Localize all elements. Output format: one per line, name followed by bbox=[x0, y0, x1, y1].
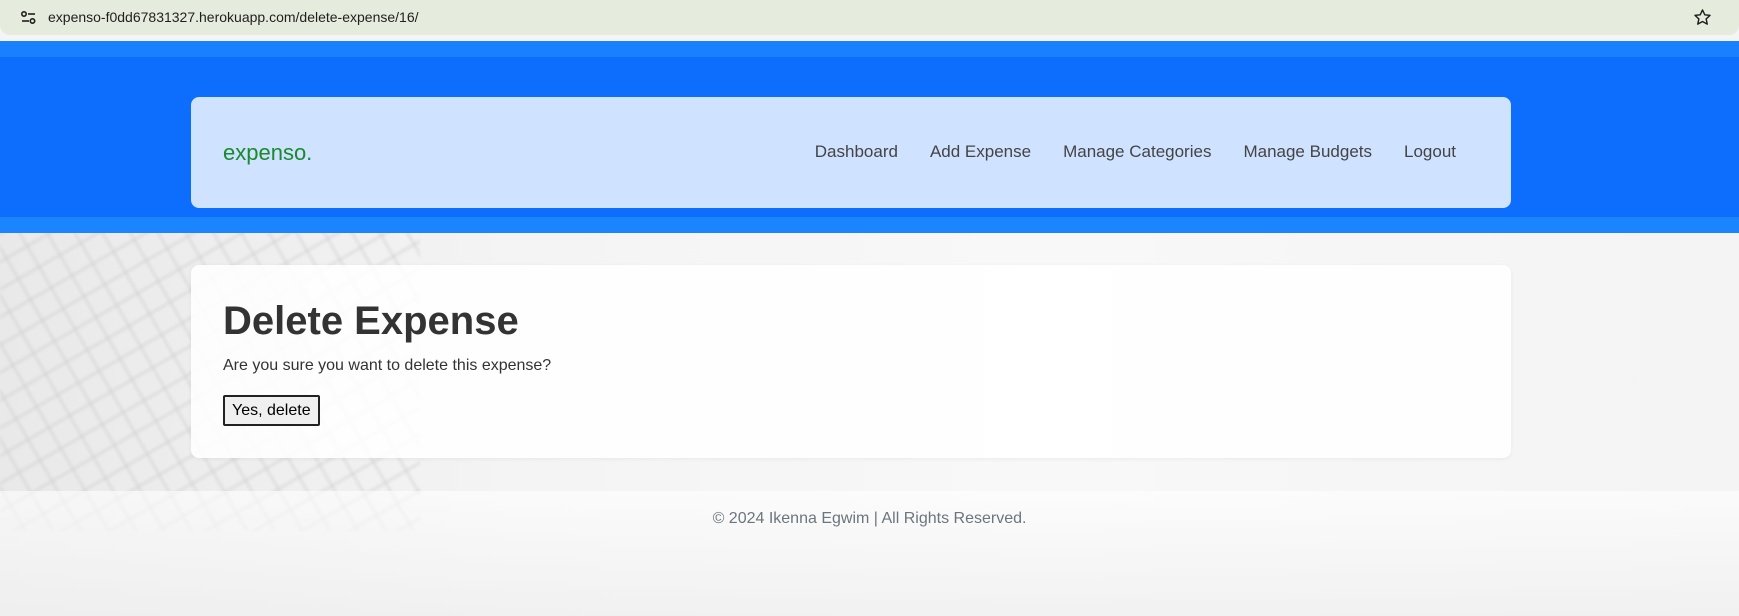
delete-expense-card: Delete Expense Are you sure you want to … bbox=[191, 265, 1511, 458]
browser-address-bar: expenso-f0dd67831327.herokuapp.com/delet… bbox=[0, 0, 1739, 35]
bookmark-star-icon[interactable] bbox=[1693, 8, 1712, 27]
url-field[interactable]: expenso-f0dd67831327.herokuapp.com/delet… bbox=[48, 9, 419, 25]
nav-links: Dashboard Add Expense Manage Categories … bbox=[815, 142, 1456, 162]
nav-link-manage-categories[interactable]: Manage Categories bbox=[1063, 142, 1211, 162]
nav-link-add-expense[interactable]: Add Expense bbox=[930, 142, 1031, 162]
confirmation-message: Are you sure you want to delete this exp… bbox=[223, 357, 552, 374]
nav-link-logout[interactable]: Logout bbox=[1404, 142, 1456, 162]
site-info-icon[interactable] bbox=[20, 10, 36, 25]
confirm-delete-button[interactable]: Yes, delete bbox=[223, 395, 320, 426]
navbar: expenso. Dashboard Add Expense Manage Ca… bbox=[191, 97, 1511, 208]
nav-link-dashboard[interactable]: Dashboard bbox=[815, 142, 898, 162]
brand-logo-link[interactable]: expenso. bbox=[223, 140, 312, 166]
page-title: Delete Expense bbox=[223, 299, 519, 343]
nav-link-manage-budgets[interactable]: Manage Budgets bbox=[1243, 142, 1372, 162]
footer-copyright: © 2024 Ikenna Egwim | All Rights Reserve… bbox=[712, 510, 1027, 527]
